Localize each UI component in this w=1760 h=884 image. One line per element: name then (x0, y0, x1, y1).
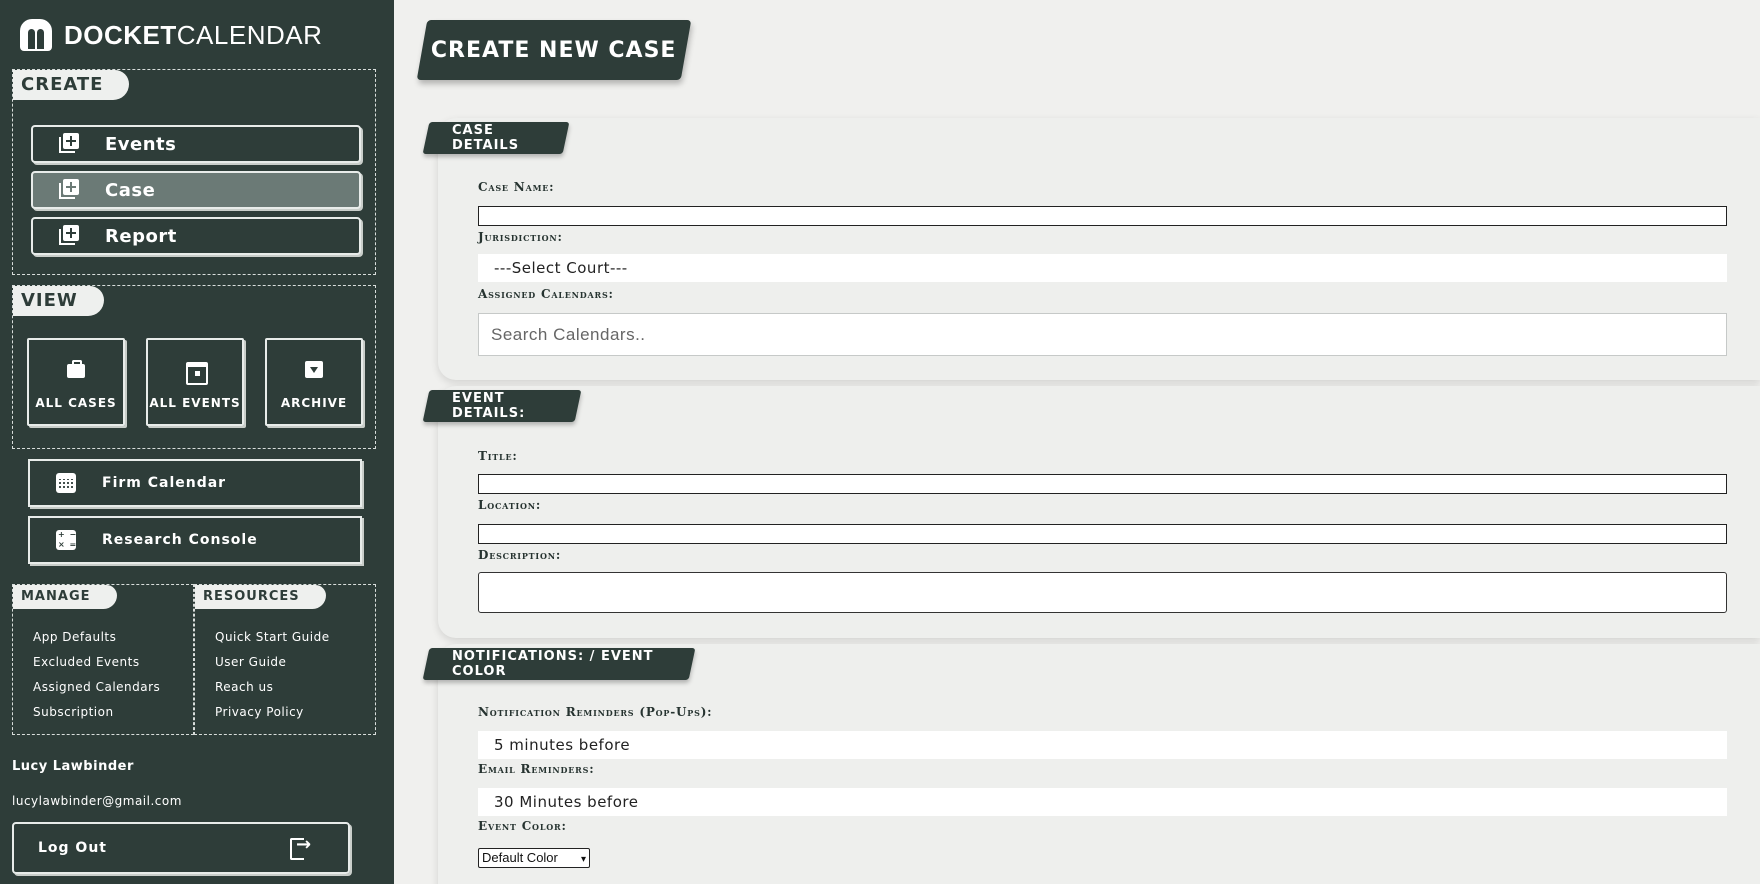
case-name-input[interactable] (478, 206, 1727, 226)
create-section: CREATE Events Case Report (12, 69, 376, 275)
jurisdiction-label: Jurisdiction: (478, 230, 563, 244)
all-events-tile[interactable]: ALL EVENTS (146, 338, 244, 426)
email-reminders-select[interactable]: 30 Minutes before (478, 788, 1727, 816)
logout-label: Log Out (38, 840, 107, 856)
all-cases-tile[interactable]: ALL CASES (27, 338, 125, 426)
create-case-label: Case (105, 179, 156, 201)
notifications-tab-label: NOTIFICATIONS: / EVENT COLOR (452, 649, 654, 679)
firm-calendar-label: Firm Calendar (102, 475, 227, 491)
create-report-button[interactable]: Report (31, 217, 361, 255)
view-section: VIEW ALL CASES ALL EVENTS ARCHIVE (12, 285, 376, 449)
description-textarea[interactable] (478, 572, 1727, 613)
email-reminders-label: Email Reminders: (478, 762, 595, 776)
event-color-label: Event Color: (478, 819, 567, 833)
event-color-value: Default Color (482, 850, 558, 865)
notifications-tab: NOTIFICATIONS: / EVENT COLOR (422, 648, 696, 680)
research-console-button[interactable]: Research Console (28, 516, 362, 564)
firm-calendar-button[interactable]: Firm Calendar (28, 459, 362, 507)
event-details-tab-label: EVENT DETAILS: (452, 391, 526, 421)
add-box-icon (59, 225, 81, 247)
location-input[interactable] (478, 524, 1727, 544)
assigned-calendars-label: Assigned Calendars: (478, 287, 614, 301)
logo-icon (20, 19, 52, 51)
all-cases-label: ALL CASES (35, 396, 117, 410)
brand-name-light: CALENDAR (176, 19, 323, 50)
user-email: lucylawbinder@gmail.com (12, 794, 182, 808)
brand-logo[interactable]: DOCKETCALENDAR (20, 18, 322, 52)
link-user-guide[interactable]: User Guide (215, 655, 286, 669)
notification-reminders-select[interactable]: 5 minutes before (478, 731, 1727, 759)
archive-tile[interactable]: ARCHIVE (265, 338, 363, 426)
calendar-icon (184, 358, 208, 385)
create-events-label: Events (105, 133, 177, 155)
chevron-down-icon: ▾ (580, 854, 586, 865)
jurisdiction-select[interactable]: ---Select Court--- (478, 254, 1727, 282)
location-label: Location: (478, 498, 542, 512)
all-events-label: ALL EVENTS (149, 396, 241, 410)
notifications-card (438, 644, 1760, 884)
page-title: CREATE NEW CASE (416, 20, 692, 80)
calculator-icon (56, 530, 77, 550)
logout-icon (290, 834, 312, 860)
link-privacy-policy[interactable]: Privacy Policy (215, 705, 304, 719)
sidebar: DOCKETCALENDAR CREATE Events Case Report… (0, 0, 394, 884)
link-assigned-calendars[interactable]: Assigned Calendars (33, 680, 160, 694)
title-label: Title: (478, 449, 518, 463)
description-label: Description: (478, 548, 562, 562)
create-case-button[interactable]: Case (31, 171, 361, 209)
calendar-grid-icon (56, 473, 76, 493)
resources-section: RESOURCES Quick Start Guide User Guide R… (194, 584, 376, 735)
create-section-label: CREATE (13, 70, 130, 100)
brand-name-bold: DOCKET (64, 19, 177, 50)
research-console-label: Research Console (102, 532, 258, 548)
case-details-tab: CASE DETAILS (422, 122, 570, 154)
logout-button[interactable]: Log Out (12, 822, 350, 874)
resources-section-label: RESOURCES (195, 585, 326, 609)
event-details-tab: EVENT DETAILS: (422, 390, 582, 422)
create-events-button[interactable]: Events (31, 125, 361, 163)
page-title-text: CREATE NEW CASE (431, 37, 677, 63)
case-details-tab-label: CASE DETAILS (452, 123, 520, 153)
notification-reminders-label: Notification Reminders (Pop-Ups): (478, 705, 713, 719)
view-section-label: VIEW (13, 286, 104, 316)
link-app-defaults[interactable]: App Defaults (33, 630, 116, 644)
manage-section-label: MANAGE (13, 585, 117, 609)
link-reach-us[interactable]: Reach us (215, 680, 273, 694)
event-color-select[interactable]: Default Color ▾ (478, 848, 590, 868)
case-name-label: Case Name: (478, 180, 555, 194)
add-box-icon (59, 179, 81, 201)
create-report-label: Report (105, 225, 177, 247)
add-box-icon (59, 133, 81, 155)
archive-label: ARCHIVE (280, 396, 348, 410)
manage-section: MANAGE App Defaults Excluded Events Assi… (12, 584, 194, 735)
link-subscription[interactable]: Subscription (33, 705, 114, 719)
assigned-calendars-search[interactable]: Search Calendars.. (478, 313, 1727, 356)
title-input[interactable] (478, 474, 1727, 494)
user-name: Lucy Lawbinder (12, 759, 134, 774)
link-quick-start-guide[interactable]: Quick Start Guide (215, 630, 330, 644)
archive-icon (303, 358, 325, 380)
link-excluded-events[interactable]: Excluded Events (33, 655, 140, 669)
briefcase-icon (65, 358, 87, 380)
